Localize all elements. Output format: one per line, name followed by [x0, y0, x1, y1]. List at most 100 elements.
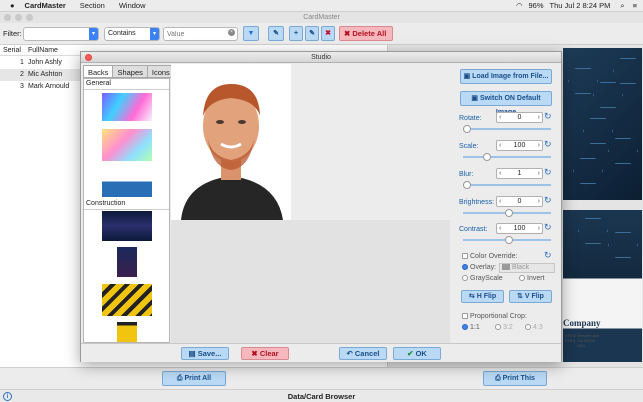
search-icon[interactable]: ⌕ — [620, 1, 624, 11]
blur-stepper[interactable]: ‹ 1 › — [496, 168, 543, 179]
print-all-button[interactable]: ⎙ Print All — [162, 371, 226, 386]
backgrounds-gallery: General Construction — [83, 78, 170, 343]
save-button[interactable]: ▤ Save... — [181, 347, 229, 360]
card-back-preview[interactable]: Company 375 N Western Ave ELES, CA 90004… — [563, 210, 642, 362]
clear-button[interactable]: ✖ Clear — [241, 347, 289, 360]
background-swatch[interactable] — [117, 322, 137, 342]
print-this-button[interactable]: ⎙ Print This — [483, 371, 547, 386]
reset-brightness-icon[interactable]: ↻ — [544, 195, 552, 206]
invert-radio[interactable]: Invert — [519, 275, 545, 282]
background-swatch[interactable] — [102, 211, 152, 241]
load-image-button[interactable]: ▣ Load Image from File... — [460, 69, 552, 84]
crop-ratio-1-1[interactable]: 1:1 — [462, 324, 480, 331]
bottom-bar: ⎙ Print All ⎙ Print This — [0, 367, 643, 389]
clear-value-icon[interactable]: × — [228, 29, 235, 36]
tab-shapes[interactable]: Shapes — [112, 65, 148, 78]
contrast-label: Contrast: — [459, 226, 488, 233]
new-card-button[interactable]: + — [289, 26, 303, 41]
blur-slider[interactable] — [463, 181, 551, 189]
cancel-button[interactable]: ↶ Cancel — [339, 347, 387, 360]
reset-color-icon[interactable]: ↻ — [544, 250, 552, 261]
overlay-color-select[interactable]: Black — [499, 263, 555, 273]
image-preview[interactable] — [171, 64, 291, 220]
brightness-slider[interactable] — [463, 209, 551, 217]
zoom-window-button[interactable] — [26, 14, 33, 21]
save-icon: ▤ — [188, 349, 196, 358]
background-swatch[interactable] — [102, 171, 152, 197]
brightness-label: Brightness: — [459, 199, 495, 206]
slider-knob[interactable] — [505, 236, 513, 244]
battery-level[interactable]: 96% — [529, 1, 544, 10]
crop-ratio-4-3[interactable]: 4:3 — [525, 324, 543, 331]
flip-vertical-icon: ⇅ — [517, 293, 523, 300]
portrait-photo — [171, 64, 291, 220]
studio-title: Studio — [81, 52, 561, 63]
rotate-slider[interactable] — [463, 125, 551, 133]
grayscale-radio[interactable]: GrayScale — [462, 275, 503, 282]
delete-card-button[interactable]: ✖ — [321, 26, 335, 41]
filter-field-select[interactable]: ▾ — [23, 27, 99, 41]
reset-contrast-icon[interactable]: ↻ — [544, 222, 552, 233]
background-swatch[interactable] — [102, 93, 152, 121]
column-header-fullname[interactable]: FullName — [28, 47, 58, 54]
menu-window[interactable]: Window — [119, 1, 146, 10]
table-row[interactable]: 1 John Ashly — [0, 57, 90, 69]
minimize-window-button[interactable] — [15, 14, 22, 21]
proportional-crop-checkbox[interactable]: Proportional Crop: — [462, 313, 527, 320]
scale-stepper[interactable]: ‹ 100 › — [496, 140, 543, 151]
close-window-button[interactable] — [4, 14, 11, 21]
new-document-icon: + — [293, 30, 299, 37]
menu-app-name[interactable]: CardMaster — [25, 1, 66, 10]
slider-knob[interactable] — [483, 153, 491, 161]
edit-card-button[interactable]: ✎ — [268, 26, 284, 41]
filter-button[interactable]: ▼ — [243, 26, 259, 41]
image-icon: ▣ — [463, 73, 471, 80]
reset-blur-icon[interactable]: ↻ — [544, 167, 552, 178]
scale-slider[interactable] — [463, 153, 551, 161]
checkmark-icon: ✔ — [407, 349, 414, 358]
flip-horizontal-icon: ⇆ — [468, 293, 475, 300]
printer-icon: ⎙ — [176, 375, 183, 382]
contrast-slider[interactable] — [463, 236, 551, 244]
v-flip-button[interactable]: ⇅ V Flip — [509, 290, 552, 303]
table-row[interactable]: 2 Mic Ashton — [0, 69, 90, 81]
reset-rotate-icon[interactable]: ↻ — [544, 111, 552, 122]
wifi-icon[interactable]: ◠ — [516, 1, 523, 10]
brightness-stepper[interactable]: ‹ 0 › — [496, 196, 543, 207]
close-dialog-button[interactable] — [85, 54, 92, 61]
toolbar: Filter: ▾ Contains ▾ × ▼ ✎ + ✎ ✖ ✖ Delet… — [0, 23, 643, 45]
card-front-preview[interactable] — [563, 48, 642, 200]
menu-section[interactable]: Section — [80, 1, 105, 10]
delete-all-button[interactable]: ✖ Delete All — [339, 26, 393, 41]
undo-icon: ↶ — [346, 349, 353, 358]
background-swatch[interactable] — [117, 247, 137, 277]
value-input[interactable] — [163, 27, 238, 41]
table-row[interactable]: 3 Mark Arnould — [0, 81, 90, 93]
background-swatch[interactable] — [102, 284, 152, 316]
apple-icon[interactable]: ● — [10, 1, 15, 10]
color-override-checkbox[interactable]: Color Override: — [462, 253, 517, 260]
contrast-stepper[interactable]: ‹ 100 › — [496, 223, 543, 234]
slider-knob[interactable] — [463, 181, 471, 189]
background-swatch[interactable] — [102, 129, 152, 161]
crop-ratio-3-2[interactable]: 3:2 — [495, 324, 513, 331]
ok-button[interactable]: ✔ OK — [393, 347, 441, 360]
overlay-radio[interactable]: Overlay: — [462, 264, 496, 271]
filter-label: Filter: — [3, 29, 22, 38]
clock[interactable]: Thu Jul 2 8:24 PM — [550, 1, 611, 10]
status-bar: i Data/Card Browser — [0, 389, 643, 402]
chevron-down-icon: ▾ — [89, 28, 98, 40]
switch-default-image-button[interactable]: ▣ Switch ON Default Image — [460, 91, 552, 116]
h-flip-button[interactable]: ⇆ H Flip — [461, 290, 504, 303]
operator-select[interactable]: Contains ▾ — [104, 27, 160, 41]
slider-knob[interactable] — [463, 125, 471, 133]
tab-backs[interactable]: Backs — [83, 65, 114, 78]
info-icon[interactable]: i — [3, 392, 12, 401]
rotate-stepper[interactable]: ‹ 0 › — [496, 112, 543, 123]
reset-scale-icon[interactable]: ↻ — [544, 139, 552, 150]
column-header-serial[interactable]: Serial — [3, 47, 21, 54]
edit-document-button[interactable]: ✎ — [305, 26, 319, 41]
color-swatch-icon — [502, 264, 510, 271]
slider-knob[interactable] — [505, 209, 513, 217]
menu-list-icon[interactable]: ≡ — [633, 1, 637, 10]
